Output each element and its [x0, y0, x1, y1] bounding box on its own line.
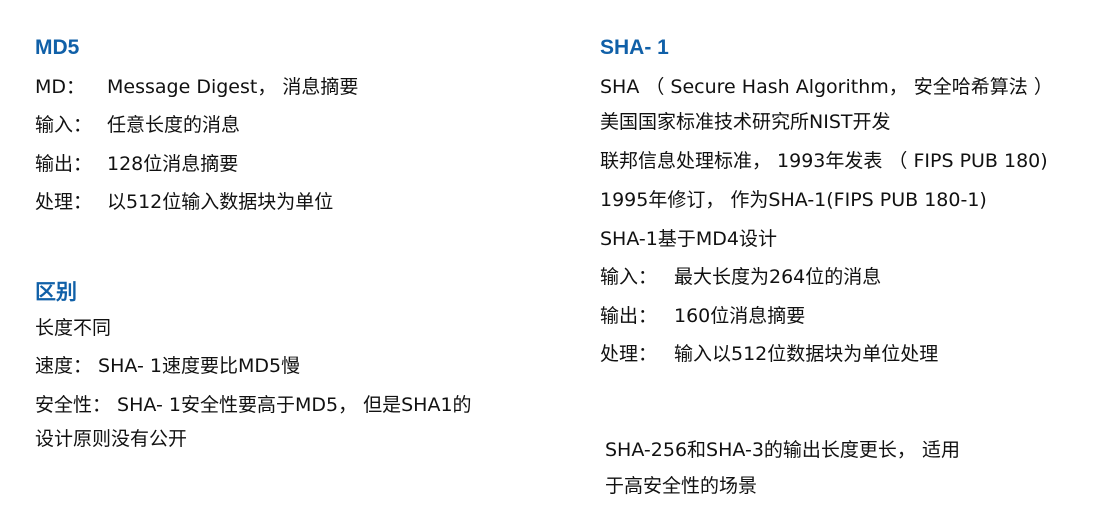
sha1-line-name: SHA （ Secure Hash Algorithm， 安全哈希算法 ） [600, 76, 1053, 98]
sha1-line-basis: SHA-1基于MD4设计 [600, 228, 777, 250]
sha1-line-standard: 联邦信息处理标准， 1993年发表 （ FIPS PUB 180) [600, 150, 1048, 172]
md5-line-process: 处理： 以512位输入数据块为单位 [35, 193, 333, 212]
note-line-2: 于高安全性的场景 [605, 475, 758, 497]
md5-key-input: 输入： [35, 114, 93, 136]
md5-line-input: 输入： 任意长度的消息 [35, 116, 240, 135]
sha1-line-output: 输出： 160位消息摘要 [600, 307, 805, 326]
md5-key-md: MD： [35, 76, 86, 98]
md5-key-output: 输出： [35, 153, 93, 175]
diff-line-design: 设计原则没有公开 [35, 428, 188, 450]
sha1-heading: SHA- 1 [600, 36, 669, 59]
md5-line-output: 输出： 128位消息摘要 [35, 155, 238, 174]
md5-key-process: 处理： [35, 191, 93, 213]
md5-heading: MD5 [35, 36, 80, 59]
diff-line-length: 长度不同 [35, 317, 112, 339]
sha1-line-revision: 1995年修订， 作为SHA-1(FIPS PUB 180-1) [600, 189, 987, 211]
md5-value-output: 128位消息摘要 [107, 153, 239, 175]
diff-heading: 区别 [35, 281, 77, 304]
sha1-key-input: 输入： [600, 266, 658, 288]
md5-value-process: 以512位输入数据块为单位 [107, 191, 334, 213]
diff-line-security: 安全性： SHA- 1安全性要高于MD5， 但是SHA1的 [35, 394, 472, 416]
md5-value-input: 任意长度的消息 [107, 114, 241, 136]
note-line-1: SHA-256和SHA-3的输出长度更长， 适用 [605, 439, 960, 461]
sha1-value-process: 输入以512位数据块为单位处理 [674, 343, 939, 365]
sha1-key-output: 输出： [600, 305, 658, 327]
md5-value-md: Message Digest， 消息摘要 [107, 76, 359, 98]
sha1-line-developer: 美国国家标准技术研究所NIST开发 [600, 111, 891, 133]
sha1-line-input: 输入： 最大长度为264位的消息 [600, 268, 881, 287]
sha1-key-process: 处理： [600, 343, 658, 365]
diff-line-speed: 速度： SHA- 1速度要比MD5慢 [35, 355, 301, 377]
sha1-line-process: 处理： 输入以512位数据块为单位处理 [600, 345, 938, 364]
md5-line-md: MD： Message Digest， 消息摘要 [35, 78, 358, 97]
sha1-value-output: 160位消息摘要 [674, 305, 806, 327]
sha1-value-input: 最大长度为264位的消息 [674, 266, 882, 288]
